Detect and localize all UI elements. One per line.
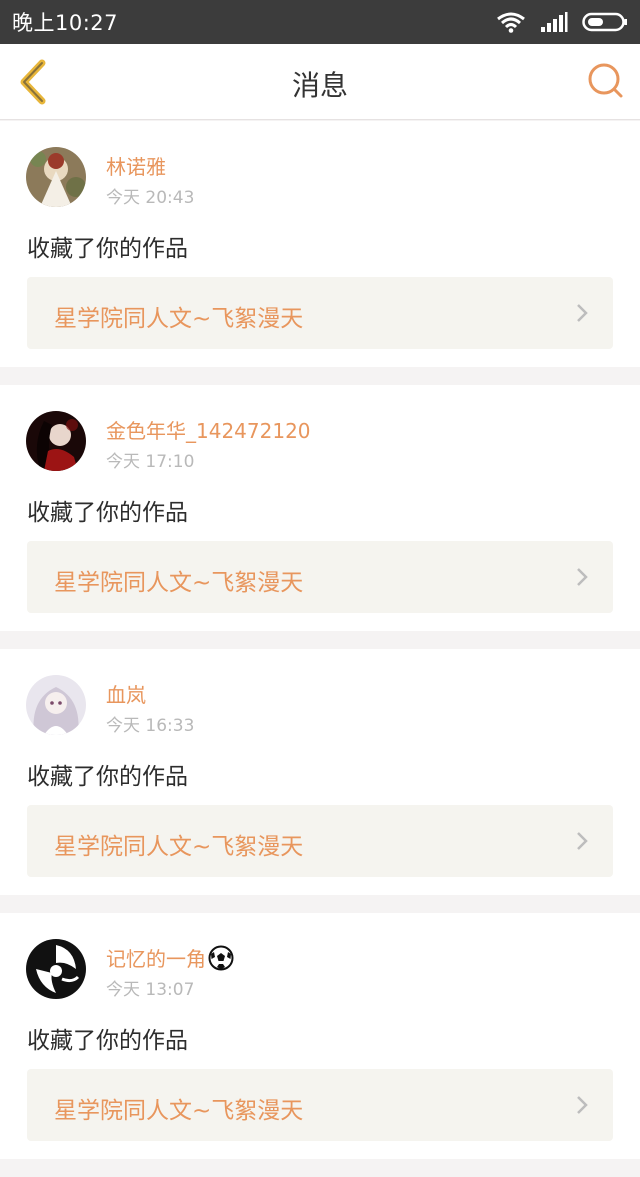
message-card: 记忆的一角 今天 13:07 收藏了你的作品 星学院同人文~飞絮漫天 (0, 913, 640, 1159)
chevron-right-icon (577, 832, 588, 850)
message-list: 林诺雅 今天 20:43 收藏了你的作品 星学院同人文~飞絮漫天 金色年华_14… (0, 121, 640, 1177)
user-name[interactable]: 林诺雅 (106, 151, 166, 180)
work-link[interactable]: 星学院同人文~飞絮漫天 (27, 1069, 613, 1141)
action-text: 收藏了你的作品 (27, 236, 188, 262)
status-icons (496, 11, 628, 33)
message-card: 林诺雅 今天 20:43 收藏了你的作品 星学院同人文~飞絮漫天 (0, 121, 640, 367)
work-link[interactable]: 星学院同人文~飞絮漫天 (27, 805, 613, 877)
work-title: 星学院同人文~飞絮漫天 (54, 1098, 304, 1124)
action-text: 收藏了你的作品 (27, 764, 188, 790)
avatar[interactable] (26, 411, 86, 471)
message-card: 金色年华_142472120 今天 17:10 收藏了你的作品 星学院同人文~飞… (0, 385, 640, 631)
signal-icon (541, 12, 568, 32)
search-icon[interactable] (586, 61, 626, 101)
chevron-right-icon (577, 304, 588, 322)
work-title: 星学院同人文~飞絮漫天 (54, 570, 304, 596)
work-title: 星学院同人文~飞絮漫天 (54, 306, 304, 332)
work-link[interactable]: 星学院同人文~飞絮漫天 (27, 277, 613, 349)
chevron-right-icon (577, 568, 588, 586)
avatar[interactable] (26, 939, 86, 999)
soccer-ball-icon (208, 945, 234, 970)
action-text: 收藏了你的作品 (27, 500, 188, 526)
timestamp: 今天 17:10 (106, 452, 195, 472)
work-link[interactable]: 星学院同人文~飞絮漫天 (27, 541, 613, 613)
user-name[interactable]: 血岚 (106, 679, 146, 708)
work-title: 星学院同人文~飞絮漫天 (54, 834, 304, 860)
status-time: 晚上10:27 (12, 11, 119, 35)
user-name[interactable]: 记忆的一角 (106, 943, 234, 972)
timestamp: 今天 13:07 (106, 980, 195, 1000)
wifi-icon (497, 12, 525, 33)
timestamp: 今天 20:43 (106, 188, 195, 208)
action-text: 收藏了你的作品 (27, 1028, 188, 1054)
page-title: 消息 (291, 69, 348, 102)
message-card: 血岚 今天 16:33 收藏了你的作品 星学院同人文~飞絮漫天 (0, 649, 640, 895)
status-bar: 晚上10:27 (0, 0, 640, 44)
avatar[interactable] (26, 675, 86, 735)
timestamp: 今天 16:33 (106, 716, 195, 736)
nav-bar: 消息 (0, 44, 640, 120)
user-name[interactable]: 金色年华_142472120 (106, 415, 311, 444)
battery-icon (582, 12, 627, 32)
chevron-right-icon (577, 1096, 588, 1114)
avatar[interactable] (26, 147, 86, 207)
